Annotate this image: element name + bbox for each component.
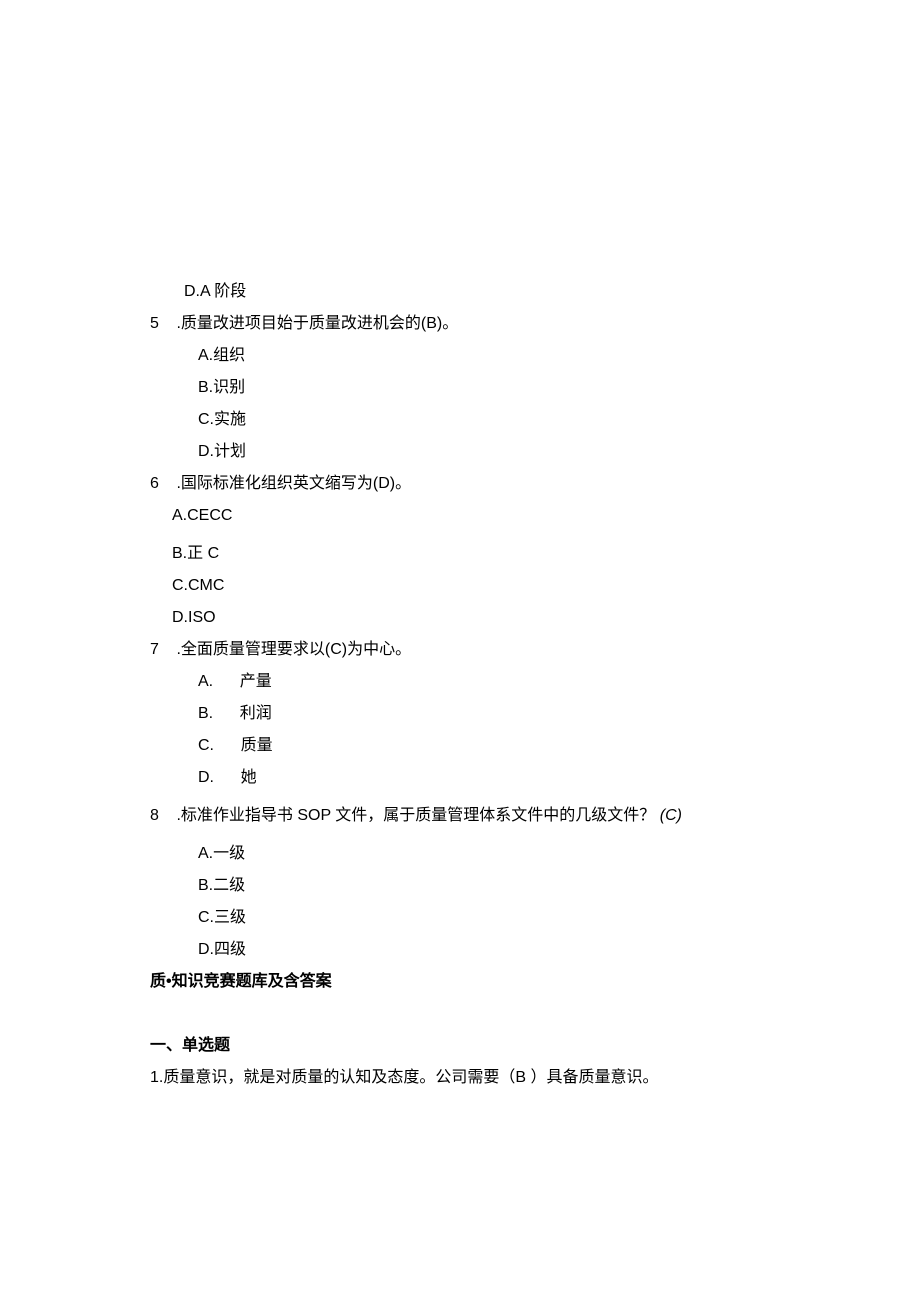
q8-text: .标准作业指导书 SOP 文件，属于质量管理体系文件中的几级文件？	[172, 807, 660, 824]
q5-stem: 5 .质量改进项目始于质量改进机会的(B)。	[150, 308, 790, 340]
q8-option-a: A.一级	[150, 838, 790, 870]
section-header: 一、单选题	[150, 1030, 790, 1062]
q6-option-c: C.CMC	[150, 570, 790, 602]
q8-option-d: D.四级	[150, 934, 790, 966]
q8-number: 8	[150, 800, 172, 832]
document-page: D.A 阶段 5 .质量改进项目始于质量改进机会的(B)。 A.组织 B.识别 …	[0, 0, 920, 1214]
q5-option-d: D.计划	[150, 436, 790, 468]
subtitle: 质•知识竞赛题库及含答案	[150, 966, 790, 998]
q8-stem: 8 .标准作业指导书 SOP 文件，属于质量管理体系文件中的几级文件？ (C)	[150, 800, 790, 832]
q8-answer: (C)	[660, 807, 682, 824]
q6-text: .国际标准化组织英文缩写为(D)。	[172, 475, 411, 492]
q6-option-a: A.CECC	[150, 500, 790, 532]
q7-option-d: D. 她	[150, 762, 790, 794]
q7-text: .全面质量管理要求以(C)为中心。	[172, 641, 411, 658]
q7-number: 7	[150, 634, 172, 666]
q7-option-a: A. 产量	[150, 666, 790, 698]
q5-option-a: A.组织	[150, 340, 790, 372]
qA1-stem: 1.质量意识，就是对质量的认知及态度。公司需要（B ）具备质量意识。	[150, 1062, 790, 1094]
q5-option-b: B.识别	[150, 372, 790, 404]
q6-option-d: D.ISO	[150, 602, 790, 634]
q6-stem: 6 .国际标准化组织英文缩写为(D)。	[150, 468, 790, 500]
q8-option-b: B.二级	[150, 870, 790, 902]
q7-option-b: B. 利润	[150, 698, 790, 730]
q8-option-c: C.三级	[150, 902, 790, 934]
q6-number: 6	[150, 468, 172, 500]
q7-option-c: C. 质量	[150, 730, 790, 762]
q5-number: 5	[150, 308, 172, 340]
q5-text: .质量改进项目始于质量改进机会的(B)。	[172, 315, 458, 332]
q4-option-d: D.A 阶段	[150, 276, 790, 308]
q6-option-b: B.正 C	[150, 538, 790, 570]
q7-stem: 7 .全面质量管理要求以(C)为中心。	[150, 634, 790, 666]
q5-option-c: C.实施	[150, 404, 790, 436]
